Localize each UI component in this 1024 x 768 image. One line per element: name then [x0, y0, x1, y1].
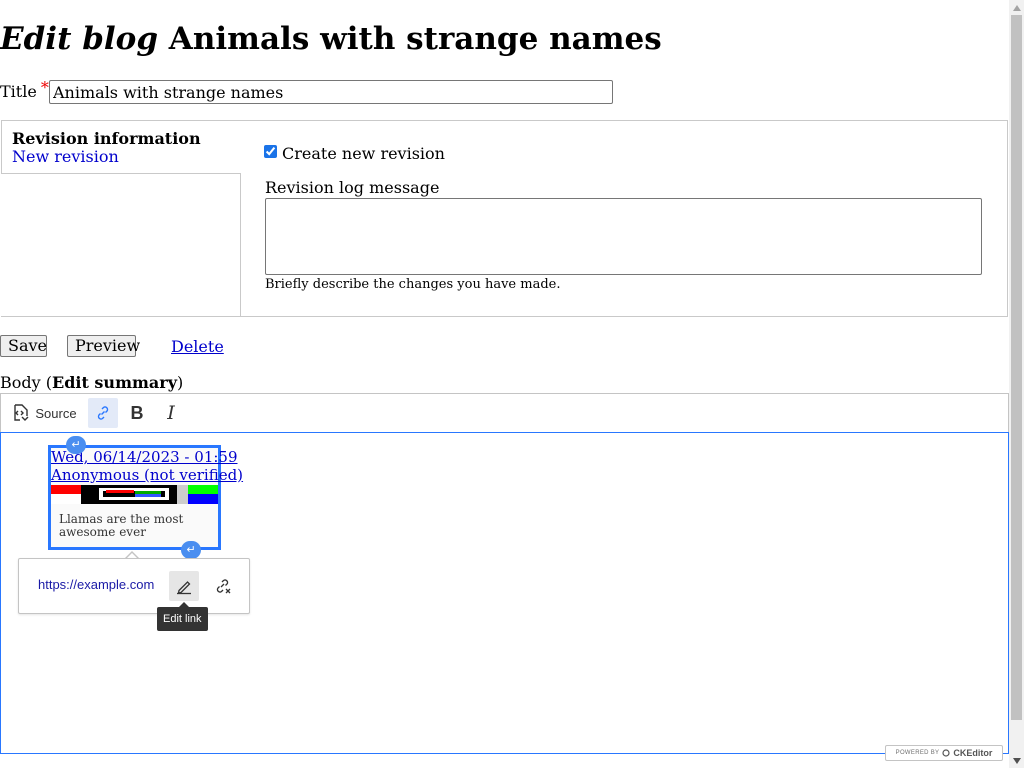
- title-label-text: Title: [0, 82, 37, 101]
- edit-summary-toggle[interactable]: Edit summary: [52, 373, 177, 392]
- page-title-prefix: Edit blog: [0, 21, 158, 57]
- title-label: Title *: [0, 78, 49, 101]
- required-mark: *: [40, 78, 49, 97]
- revision-divider: [240, 174, 241, 317]
- revision-tab-summary-link[interactable]: New revision: [12, 147, 119, 166]
- revision-log-textarea[interactable]: [265, 198, 982, 275]
- source-icon: [14, 404, 29, 421]
- revision-log-description: Briefly describe the changes you have ma…: [265, 277, 561, 292]
- pencil-icon: [177, 581, 191, 595]
- unlink-icon: [216, 579, 231, 594]
- link-button[interactable]: [88, 398, 118, 428]
- page-title: Edit blog Animals with strange names: [0, 18, 662, 60]
- powered-by-prefix: POWERED BY: [895, 750, 940, 756]
- edit-link-button[interactable]: [169, 571, 199, 601]
- insert-paragraph-after-handle[interactable]: ↵: [181, 541, 201, 559]
- revision-log-label: Revision log message: [265, 178, 440, 197]
- create-revision-label[interactable]: Create new revision: [282, 144, 445, 163]
- page-title-name: Animals with strange names: [168, 21, 662, 57]
- return-arrow-icon: ↵: [186, 543, 196, 556]
- scroll-down-button[interactable]: [1009, 753, 1024, 768]
- revision-tab-title: Revision information: [12, 129, 201, 148]
- embedded-content-widget[interactable]: Wed, 06/14/2023 - 01:59 Anonymous (not v…: [48, 445, 243, 550]
- insert-paragraph-before-handle[interactable]: ↵: [66, 436, 86, 454]
- link-actions-balloon: https://example.com: [18, 558, 250, 614]
- widget-image-graphic: [51, 485, 218, 504]
- body-label: Body (Edit summary): [0, 373, 183, 392]
- body-label-suffix: ): [177, 373, 184, 392]
- widget-body-text: Llamas are the most awesome ever: [59, 512, 184, 539]
- return-arrow-icon: ↵: [71, 438, 81, 451]
- triangle-down-icon: [1012, 757, 1021, 764]
- link-preview-url[interactable]: https://example.com: [38, 577, 154, 592]
- unlink-button[interactable]: [208, 571, 238, 601]
- widget-image: [51, 485, 218, 504]
- create-revision-checkbox[interactable]: [264, 145, 277, 158]
- italic-icon: I: [167, 402, 175, 424]
- powered-by-badge[interactable]: POWERED BY CKEditor: [885, 745, 1003, 761]
- scroll-thumb[interactable]: [1011, 15, 1022, 720]
- page: Edit blog Animals with strange names Tit…: [0, 0, 1010, 768]
- delete-link[interactable]: Delete: [171, 337, 224, 356]
- editor-toolbar: Source B I: [0, 393, 1009, 433]
- ckeditor-logo-icon: [942, 749, 950, 757]
- source-button[interactable]: Source: [7, 398, 81, 428]
- save-button[interactable]: Save: [0, 335, 47, 357]
- revision-tab[interactable]: Revision information New revision: [1, 120, 241, 174]
- preview-button[interactable]: Preview: [67, 335, 140, 357]
- link-icon: [97, 406, 109, 420]
- widget-author-link[interactable]: Anonymous (not verified): [51, 466, 243, 484]
- powered-by-brand: CKEditor: [953, 748, 993, 758]
- italic-button[interactable]: I: [156, 398, 186, 428]
- bold-icon: B: [130, 402, 144, 423]
- edit-link-tooltip: Edit link: [157, 607, 208, 631]
- scroll-up-button[interactable]: [1009, 0, 1024, 15]
- source-button-label: Source: [35, 405, 77, 421]
- bold-button[interactable]: B: [122, 398, 152, 428]
- page-scrollbar[interactable]: [1009, 0, 1024, 768]
- title-input[interactable]: [49, 80, 613, 104]
- triangle-up-icon: [1012, 4, 1021, 11]
- body-label-prefix: Body (: [0, 373, 52, 392]
